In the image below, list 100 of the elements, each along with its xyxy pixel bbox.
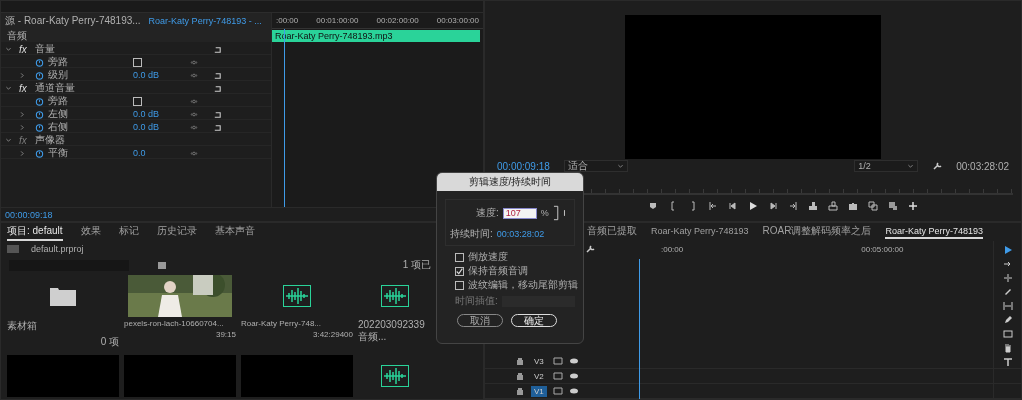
- property-value[interactable]: 0.0 dB: [133, 109, 183, 119]
- compare-icon[interactable]: [868, 201, 878, 211]
- property-name: 旁路: [48, 94, 68, 108]
- chevron-down-icon: [5, 136, 12, 144]
- property-name: 平衡: [48, 146, 68, 160]
- selection-tool-icon[interactable]: [1002, 245, 1013, 255]
- play-icon[interactable]: [748, 201, 758, 211]
- track-label[interactable]: V1: [531, 385, 547, 397]
- ruler-label: 00:02:00:00: [376, 16, 419, 25]
- speed-field[interactable]: 107: [502, 207, 537, 219]
- panel-tab[interactable]: 项目: default: [7, 223, 63, 241]
- project-file: default.prproj: [31, 244, 84, 254]
- property-value[interactable]: 0.0 dB: [133, 70, 183, 80]
- film-icon[interactable]: [552, 356, 563, 366]
- overwrite-icon[interactable]: [828, 201, 838, 211]
- chevron-down-icon: [907, 162, 915, 170]
- folder-icon: [50, 286, 76, 306]
- audio-clip[interactable]: Roar-Katy Perry-748193.mp3: [272, 30, 480, 42]
- go-to-out-icon[interactable]: [788, 201, 798, 211]
- slip-icon[interactable]: [1002, 301, 1013, 311]
- zoom-dropdown[interactable]: 适合: [563, 160, 628, 172]
- fx-label[interactable]: fx: [19, 82, 35, 94]
- speed-label: 速度:: [476, 206, 499, 220]
- pen-icon[interactable]: [1002, 315, 1013, 325]
- track-select-icon[interactable]: [1002, 259, 1013, 269]
- property-name: 右侧: [48, 120, 68, 134]
- panel-tab[interactable]: 效果: [80, 223, 101, 241]
- clip-duration: 3:42:29400: [312, 330, 353, 339]
- checkbox[interactable]: [455, 252, 464, 262]
- wrench-icon[interactable]: [585, 244, 595, 254]
- stopwatch-icon: [35, 148, 44, 158]
- panel-tab[interactable]: 历史记录: [156, 223, 197, 241]
- insert-icon[interactable]: [808, 201, 818, 211]
- property-value[interactable]: 0.0: [133, 148, 183, 158]
- clip-name: pexels-ron-lach-10660704...: [124, 319, 225, 328]
- eye-icon[interactable]: [568, 386, 579, 396]
- ruler-label: :00:00: [276, 16, 299, 25]
- audio-waveform-icon: [381, 285, 409, 307]
- stopwatch-icon: [35, 70, 44, 80]
- stopwatch-icon: [35, 122, 44, 132]
- fx-label[interactable]: fx: [19, 43, 35, 55]
- clip-tab[interactable]: Roar-Katy Perry-748193 - ...: [148, 16, 262, 26]
- reset-icon[interactable]: [213, 109, 222, 119]
- option-label: 波纹编辑，移动尾部剪辑: [468, 278, 578, 292]
- option-label: 保持音频音调: [468, 264, 528, 278]
- sequence-tab[interactable]: Roar-Katy Perry-748193: [651, 225, 749, 239]
- clip-thumbnail[interactable]: [124, 355, 236, 397]
- clip-thumbnail[interactable]: [7, 355, 119, 397]
- clip-duration: 0 项: [100, 335, 119, 349]
- fx-label[interactable]: fx: [19, 134, 35, 146]
- sequence-tab[interactable]: 音频已提取: [587, 223, 637, 241]
- chevron-down-icon: [5, 84, 12, 92]
- panel-tab[interactable]: 基本声音: [214, 223, 255, 241]
- duration-label: 持续时间:: [450, 227, 493, 241]
- eye-icon[interactable]: [568, 371, 579, 381]
- clip-name: Roar-Katy Perry-748...: [241, 319, 323, 328]
- rectangle-icon[interactable]: [1002, 329, 1013, 339]
- checkbox[interactable]: [133, 96, 142, 106]
- new-bin-icon[interactable]: [157, 260, 167, 270]
- section-header: 音频: [7, 28, 27, 43]
- chevron-down-icon: [616, 162, 624, 170]
- film-icon[interactable]: [552, 386, 563, 396]
- item-count: 1 项已: [402, 258, 431, 272]
- clip-duration: 39:15: [215, 330, 236, 339]
- film-icon[interactable]: [552, 371, 563, 381]
- clip-name: 素材箱: [7, 319, 38, 333]
- reset-icon[interactable]: [213, 83, 222, 93]
- source-tab[interactable]: 源 - Roar-Katy Perry-748193...: [5, 14, 141, 28]
- clip-thumbnail[interactable]: [241, 355, 353, 397]
- marker-icon[interactable]: [648, 201, 658, 211]
- step-back-icon[interactable]: [728, 201, 738, 211]
- sequence-tab[interactable]: ROAR调整解码频率之后: [762, 223, 872, 241]
- sequence-tab[interactable]: Roar-Katy Perry-748193: [885, 225, 983, 239]
- text-tool-icon[interactable]: [1002, 357, 1013, 367]
- property-value[interactable]: 0.0 dB: [133, 122, 183, 132]
- camera-icon[interactable]: [848, 201, 858, 211]
- track-label[interactable]: V3: [531, 355, 547, 367]
- wrench-icon[interactable]: [932, 161, 943, 171]
- add-icon[interactable]: [908, 201, 918, 211]
- checkbox[interactable]: [455, 280, 464, 290]
- go-to-in-icon[interactable]: [708, 201, 718, 211]
- track-label[interactable]: V2: [531, 370, 547, 382]
- option-label: 倒放速度: [468, 250, 508, 264]
- step-forward-icon[interactable]: [768, 201, 778, 211]
- ruler-label: 00:03:00:00: [436, 16, 479, 25]
- panel-tab[interactable]: 标记: [118, 223, 139, 241]
- resolution-dropdown[interactable]: 1/2: [854, 160, 919, 172]
- audio-waveform-icon: [283, 285, 311, 307]
- checkbox[interactable]: [133, 57, 142, 67]
- export-frame-icon[interactable]: [888, 201, 898, 211]
- timecode: 00:00:09:18: [497, 160, 550, 172]
- reset-icon[interactable]: [213, 70, 222, 80]
- checkbox[interactable]: [455, 266, 464, 276]
- clip-name: 202203092339 音频...: [358, 319, 426, 344]
- ruler-label: :00:00: [661, 244, 684, 254]
- duration-value[interactable]: 00:03:28:02: [496, 229, 545, 239]
- chevron-down-icon: [5, 45, 12, 53]
- reset-icon[interactable]: [213, 122, 222, 132]
- eye-icon[interactable]: [568, 356, 579, 366]
- reset-icon[interactable]: [213, 44, 222, 54]
